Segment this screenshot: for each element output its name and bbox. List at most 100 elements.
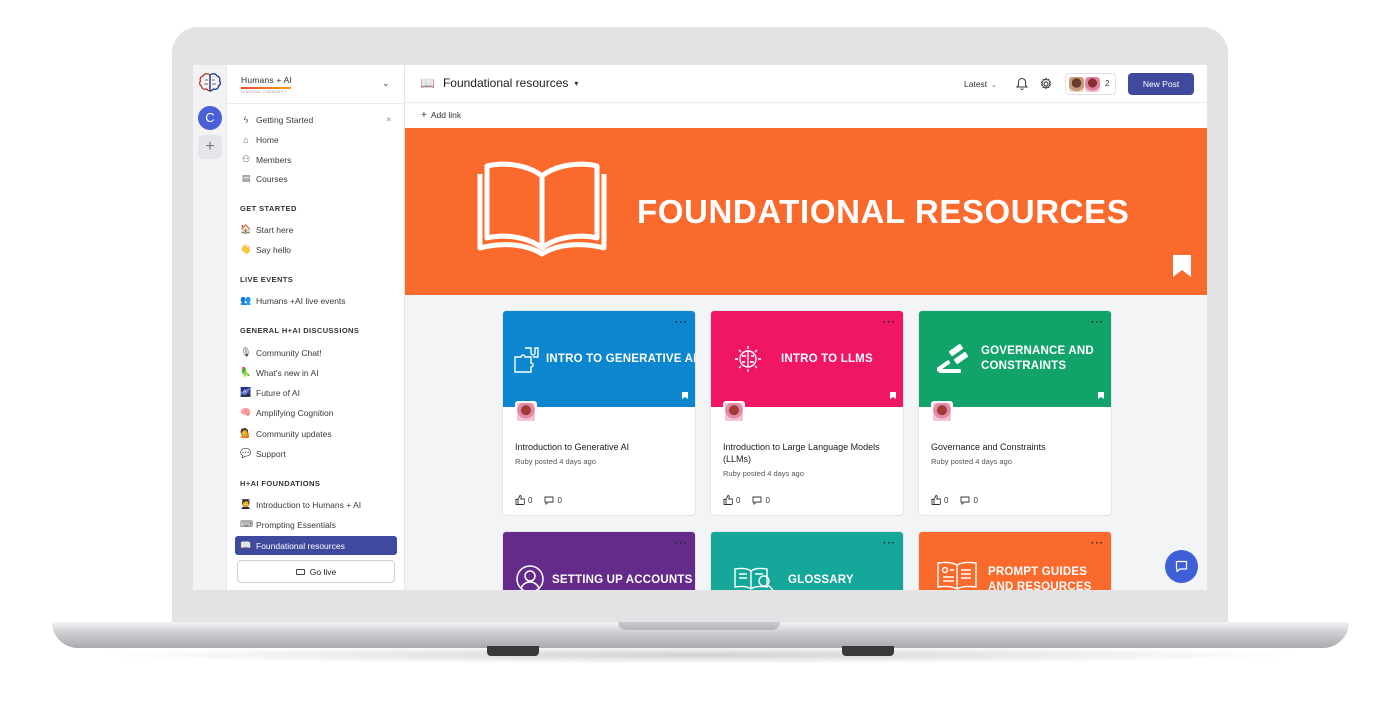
post-card[interactable]: INTRO TO GENERATIVE AI ··· Introduction … — [502, 310, 696, 516]
comment-count: 0 — [973, 495, 978, 505]
comment-icon[interactable] — [752, 496, 762, 505]
post-card[interactable]: GLOSSARY ··· — [710, 531, 904, 590]
speech-bubble-icon: 💬 — [240, 448, 252, 458]
card-label: PROMPT GUIDES AND RESOURCES — [988, 566, 1092, 590]
bookmark-icon[interactable] — [682, 392, 688, 399]
sidebar-item-community-chat[interactable]: 🎙 Community Chat! — [235, 343, 397, 362]
close-icon[interactable]: × — [386, 115, 391, 124]
comment-icon[interactable] — [960, 496, 970, 505]
card-cover: SETTING UP ACCOUNTS ··· — [503, 532, 695, 590]
avatar — [1085, 77, 1100, 92]
card-cover: GLOSSARY ··· — [711, 532, 903, 590]
link-bar: + Add link — [405, 103, 1207, 128]
card-label: GOVERNANCE AND CONSTRAINTS — [981, 345, 1094, 372]
card-title[interactable]: Introduction to Large Language Models (L… — [723, 441, 893, 465]
sidebar-item-label: Support — [256, 448, 286, 459]
open-book-icon: 📖 — [240, 540, 252, 550]
sidebar-item-label: Amplifying Cognition — [256, 407, 334, 418]
sidebar-item-future-of-ai[interactable]: 🌌 Future of AI — [235, 383, 397, 402]
more-options-icon[interactable]: ··· — [1091, 539, 1104, 549]
card-reactions: 0 0 — [515, 495, 562, 505]
main-content: 📖 Foundational resources ▾ Latest ⌄ 2 Ne… — [405, 65, 1207, 590]
post-card[interactable]: GOVERNANCE AND CONSTRAINTS ··· Governanc… — [918, 310, 1112, 516]
brain-logo-icon[interactable] — [197, 71, 223, 97]
bell-icon[interactable] — [1015, 77, 1029, 91]
sidebar-item-say-hello[interactable]: 👋 Say hello — [235, 240, 397, 259]
avatar[interactable] — [723, 401, 745, 423]
community-avatar[interactable]: C — [198, 106, 222, 130]
card-label: INTRO TO GENERATIVE AI — [546, 353, 696, 365]
video-camera-icon — [295, 568, 305, 575]
laptop-mockup: C + Humans + AI LEARNING COMMUNITY ⌄ ϟ G… — [0, 0, 1400, 703]
like-count: 0 — [944, 495, 949, 505]
card-meta: Ruby posted 4 days ago — [515, 457, 596, 466]
post-card[interactable]: PROMPT GUIDES AND RESOURCES ··· — [918, 531, 1112, 590]
space-title[interactable]: 📖 Foundational resources ▾ — [420, 76, 578, 90]
post-card[interactable]: INTRO TO LLMS ··· Introduction to Large … — [710, 310, 904, 516]
post-card[interactable]: SETTING UP ACCOUNTS ··· — [502, 531, 696, 590]
more-options-icon[interactable]: ··· — [1091, 318, 1104, 328]
card-reactions: 0 0 — [931, 495, 978, 505]
users-icon: ⚇ — [241, 154, 251, 164]
keyboard-icon: ⌨ — [240, 519, 253, 529]
more-options-icon[interactable]: ··· — [883, 539, 896, 549]
more-options-icon[interactable]: ··· — [883, 318, 896, 328]
parrot-icon: 🦜 — [240, 367, 252, 377]
comment-count: 0 — [557, 495, 562, 505]
add-community-button[interactable]: + — [198, 135, 222, 159]
sidebar-item-intro-humans-ai[interactable]: 🧑‍🎓 Introduction to Humans + AI — [235, 495, 397, 514]
waving-hand-icon: 👋 — [240, 244, 252, 254]
banner-title: FOUNDATIONAL RESOURCES — [637, 193, 1130, 230]
bookmark-icon[interactable] — [1172, 254, 1192, 278]
sidebar-item-home[interactable]: ⌂ Home — [235, 130, 397, 149]
members-avatars[interactable]: 2 — [1065, 73, 1116, 95]
thumbs-up-icon[interactable] — [515, 495, 525, 505]
card-title[interactable]: Introduction to Generative AI — [515, 441, 685, 453]
like-count: 0 — [736, 495, 741, 505]
sidebar: Humans + AI LEARNING COMMUNITY ⌄ ϟ Getti… — [227, 65, 405, 590]
chevron-down-icon: ⌄ — [991, 82, 998, 89]
sidebar-item-start-here[interactable]: 🏠 Start here — [235, 220, 397, 239]
sidebar-item-courses[interactable]: ▤ Courses — [235, 169, 397, 188]
sidebar-item-live-events[interactable]: 👥 Humans +AI live events — [235, 291, 397, 310]
add-link-button[interactable]: + Add link — [421, 110, 461, 121]
avatar[interactable] — [515, 401, 537, 423]
avatar[interactable] — [931, 401, 953, 423]
sidebar-item-foundational-resources[interactable]: 📖 Foundational resources — [235, 536, 397, 555]
chevron-down-icon[interactable]: ⌄ — [382, 78, 390, 89]
sidebar-item-getting-started[interactable]: ϟ Getting Started × — [235, 110, 397, 129]
sidebar-item-whats-new[interactable]: 🦜 What's new in AI — [235, 363, 397, 382]
puzzle-icon — [514, 347, 539, 373]
sidebar-item-amplifying-cognition[interactable]: 🧠 Amplifying Cognition — [235, 403, 397, 422]
bookmark-icon[interactable] — [1098, 392, 1104, 399]
sidebar-item-label: Future of AI — [256, 387, 300, 398]
more-options-icon[interactable]: ··· — [675, 539, 688, 549]
card-meta: Ruby posted 4 days ago — [931, 457, 1012, 466]
brand-logo[interactable]: Humans + AI LEARNING COMMUNITY — [241, 75, 292, 94]
sidebar-item-prompting-essentials[interactable]: ⌨ Prompting Essentials — [235, 515, 397, 534]
chat-button[interactable] — [1165, 550, 1198, 583]
open-guide-icon — [937, 561, 977, 590]
card-label: GLOSSARY — [788, 574, 854, 586]
person-tipping-hand-icon: 💁 — [240, 428, 252, 438]
page-title: Foundational resources — [442, 76, 569, 90]
sort-dropdown[interactable]: Latest ⌄ — [964, 79, 997, 89]
new-post-button[interactable]: New Post — [1128, 73, 1194, 95]
go-live-button[interactable]: Go live — [237, 560, 395, 583]
thumbs-up-icon[interactable] — [931, 495, 941, 505]
laptop-notch — [618, 622, 780, 630]
sidebar-item-support[interactable]: 💬 Support — [235, 444, 397, 463]
comment-icon[interactable] — [544, 496, 554, 505]
sidebar-item-community-updates[interactable]: 💁 Community updates — [235, 424, 397, 443]
card-cover: INTRO TO GENERATIVE AI ··· — [503, 311, 696, 407]
user-circle-icon — [516, 565, 544, 590]
go-live-label: Go live — [309, 566, 337, 577]
sidebar-item-members[interactable]: ⚇ Members — [235, 150, 397, 169]
more-options-icon[interactable]: ··· — [675, 318, 688, 328]
thumbs-up-icon[interactable] — [723, 495, 733, 505]
card-title[interactable]: Governance and Constraints — [931, 441, 1101, 453]
bookmark-icon[interactable] — [890, 392, 896, 399]
card-label: SETTING UP ACCOUNTS — [552, 574, 693, 586]
sidebar-item-label: Members — [256, 154, 292, 165]
gear-icon[interactable] — [1039, 77, 1053, 91]
